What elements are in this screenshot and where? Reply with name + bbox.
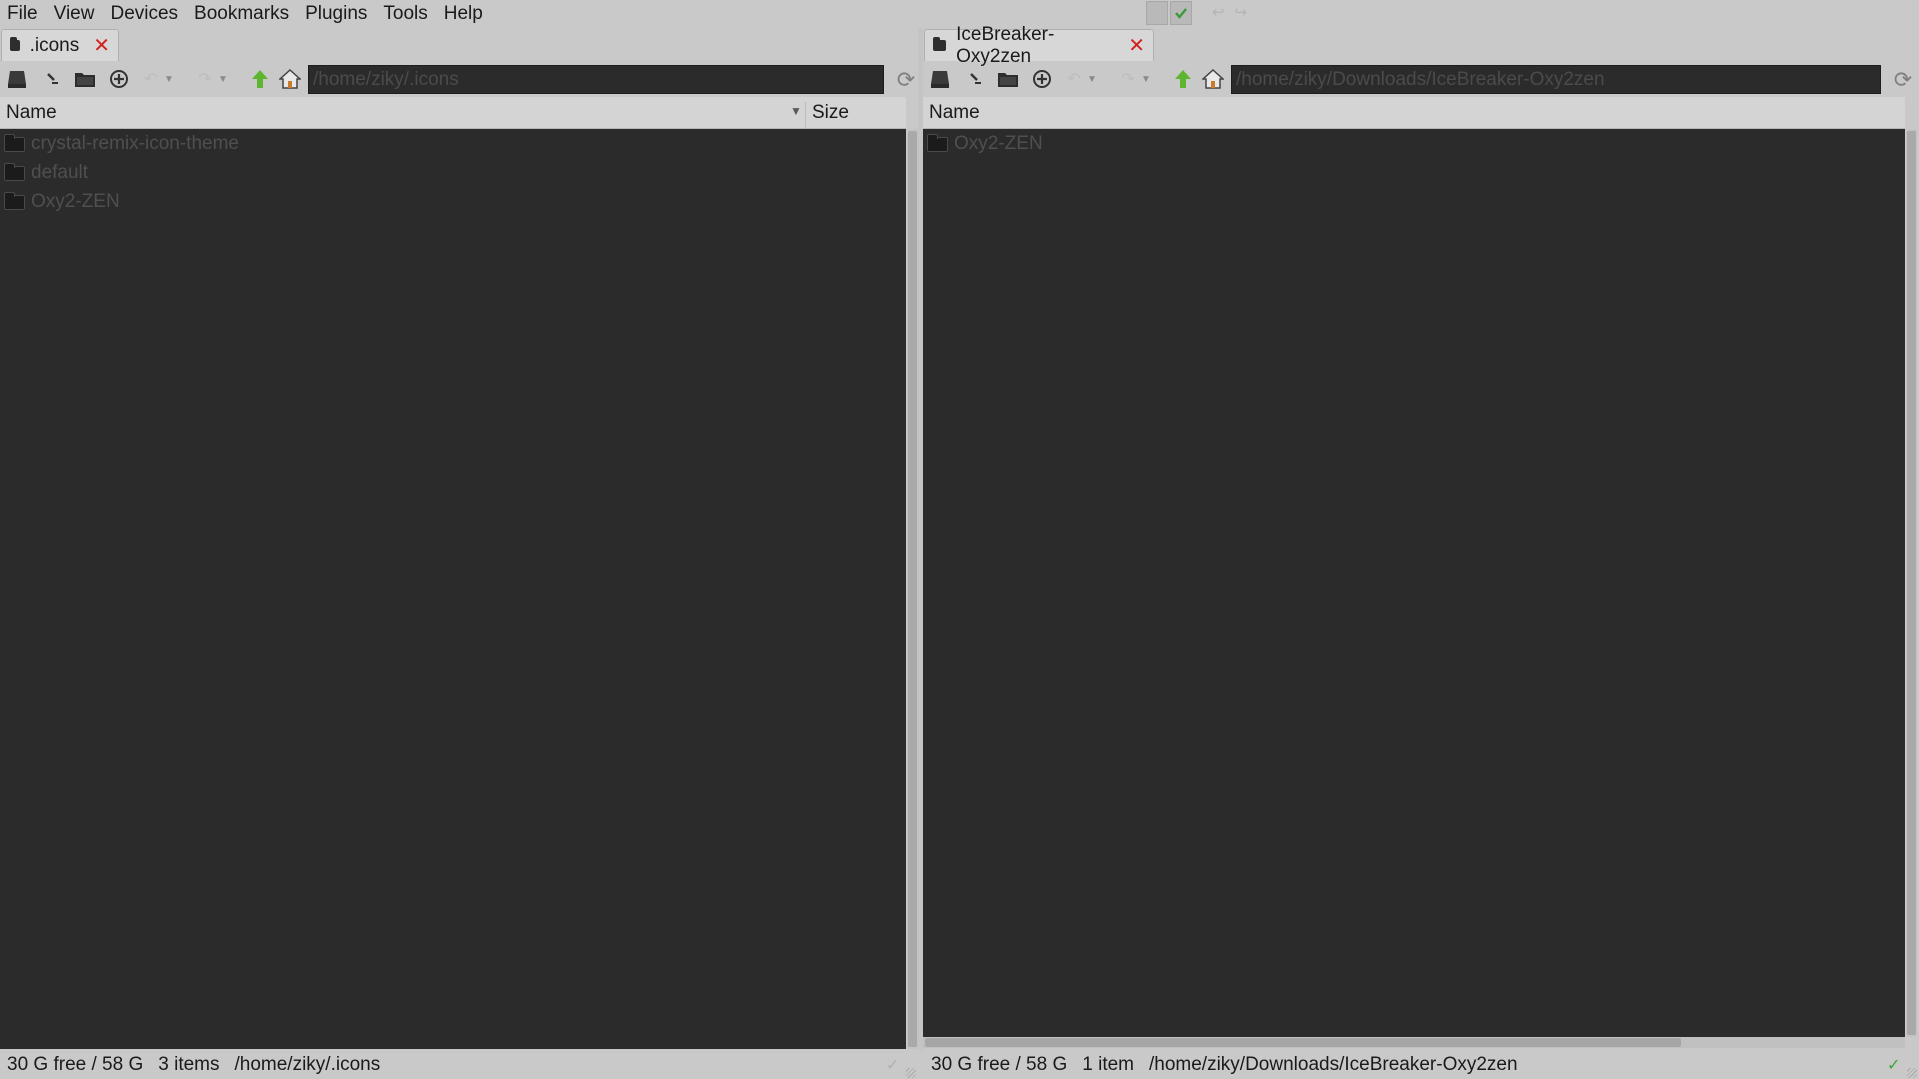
file-list[interactable]: crystal-remix-icon-theme default Oxy2-ZE… <box>0 129 906 1049</box>
item-name: crystal-remix-icon-theme <box>31 133 239 154</box>
menu-bookmarks[interactable]: Bookmarks <box>186 0 297 27</box>
reload-icon[interactable]: ⟳ <box>1891 68 1915 92</box>
tray-area <box>1146 1 1192 25</box>
close-tab-icon[interactable]: ✕ <box>1128 36 1145 56</box>
sort-indicator-icon: ▼ <box>790 104 802 118</box>
folder-icon <box>4 191 25 210</box>
menu-file[interactable]: File <box>0 0 46 27</box>
folder-icon <box>933 37 947 51</box>
column-name-header[interactable]: Name <box>6 102 57 124</box>
horizontal-scrollbar[interactable] <box>923 1037 1905 1048</box>
drive-icon[interactable] <box>927 67 953 91</box>
resize-grip[interactable] <box>1907 1068 1917 1078</box>
item-name: default <box>31 162 89 183</box>
menu-plugins[interactable]: Plugins <box>297 0 375 27</box>
free-space: 30 G free / 58 G <box>7 1053 144 1075</box>
column-size-header[interactable]: Size <box>805 102 849 130</box>
menu-help[interactable]: Help <box>436 0 491 27</box>
reload-icon[interactable]: ⟳ <box>894 68 918 92</box>
item-count: 1 item <box>1082 1053 1134 1075</box>
free-space: 30 G free / 58 G <box>931 1053 1068 1075</box>
file-list[interactable]: Oxy2-ZEN <box>923 129 1905 1037</box>
item-count: 3 items <box>158 1053 220 1075</box>
open-folder-icon[interactable] <box>72 67 98 91</box>
path-field[interactable]: /home/ziky/Downloads/IceBreaker-Oxy2zen <box>1231 65 1881 94</box>
back-history-icon[interactable]: ▼ <box>162 67 176 91</box>
resize-grip[interactable] <box>906 1068 916 1078</box>
forward-icon[interactable]: ↷ <box>192 67 218 91</box>
back-history-icon[interactable]: ▼ <box>1085 67 1099 91</box>
terminal-icon[interactable] <box>40 67 66 91</box>
faded-arrows-icon: ↩↪ <box>1212 4 1258 21</box>
scrollbar-thumb[interactable] <box>925 1038 1681 1047</box>
blank-tray-icon[interactable] <box>1146 1 1168 25</box>
item-name: Oxy2-ZEN <box>954 133 1043 154</box>
menu-tools[interactable]: Tools <box>375 0 435 27</box>
list-item[interactable]: default <box>4 159 88 187</box>
right-tab-bar: IceBreaker-Oxy2zen ✕ <box>923 24 1919 67</box>
up-arrow-icon[interactable] <box>247 67 273 91</box>
home-icon[interactable] <box>277 67 303 91</box>
path-field[interactable]: /home/ziky/.icons <box>308 65 884 94</box>
list-item[interactable]: Oxy2-ZEN <box>4 188 120 216</box>
scrollbar-thumb[interactable] <box>908 131 917 1047</box>
forward-history-icon[interactable]: ▼ <box>216 67 230 91</box>
tab-label: .icons <box>29 34 80 56</box>
status-bar: 30 G free / 58 G 1 item /home/ziky/Downl… <box>931 1050 1891 1079</box>
up-arrow-icon[interactable] <box>1170 67 1196 91</box>
folder-icon <box>4 133 25 152</box>
column-header: Name ▼ Size <box>0 97 906 130</box>
drive-icon[interactable] <box>4 67 30 91</box>
tab-label: IceBreaker-Oxy2zen <box>956 23 1055 67</box>
terminal-icon[interactable] <box>963 67 989 91</box>
item-name: Oxy2-ZEN <box>31 191 120 212</box>
scrollbar-thumb[interactable] <box>1907 131 1916 1035</box>
column-name-header[interactable]: Name <box>929 102 980 124</box>
vertical-scrollbar[interactable] <box>1906 129 1917 1037</box>
folder-icon <box>10 37 20 51</box>
status-path: /home/ziky/Downloads/IceBreaker-Oxy2zen <box>1149 1053 1518 1075</box>
back-icon[interactable]: ↶ <box>1061 67 1087 91</box>
check-icon: ✓ <box>886 1057 900 1074</box>
folder-icon <box>927 133 948 152</box>
left-tab-bar: .icons ✕ <box>0 28 918 62</box>
status-path: /home/ziky/.icons <box>234 1053 381 1075</box>
open-folder-icon[interactable] <box>995 67 1021 91</box>
close-tab-icon[interactable]: ✕ <box>93 36 110 56</box>
left-toolbar: ↶ ▼ ↷ ▼ /home/ziky/.icons ⟳ <box>0 62 918 96</box>
status-bar: 30 G free / 58 G 3 items /home/ziky/.ico… <box>7 1050 907 1079</box>
new-tab-icon[interactable] <box>106 67 132 91</box>
tab-icebreaker[interactable]: IceBreaker-Oxy2zen ✕ <box>924 24 1154 67</box>
folder-icon <box>4 162 25 181</box>
home-icon[interactable] <box>1200 67 1226 91</box>
list-item[interactable]: Oxy2-ZEN <box>927 130 1043 158</box>
forward-icon[interactable]: ↷ <box>1115 67 1141 91</box>
new-tab-icon[interactable] <box>1029 67 1055 91</box>
check-icon: ✓ <box>1887 1057 1901 1074</box>
tab-icons[interactable]: .icons ✕ <box>1 29 119 61</box>
vertical-scrollbar[interactable] <box>907 129 918 1049</box>
left-pane: .icons ✕ ↶ ▼ ↷ ▼ /home/ziky/.icons ⟳ Nam… <box>0 28 918 1078</box>
list-item[interactable]: crystal-remix-icon-theme <box>4 130 239 158</box>
check-tray-icon[interactable] <box>1170 1 1192 25</box>
back-icon[interactable]: ↶ <box>138 67 164 91</box>
menu-devices[interactable]: Devices <box>102 0 186 27</box>
menu-view[interactable]: View <box>46 0 103 27</box>
forward-history-icon[interactable]: ▼ <box>1139 67 1153 91</box>
right-pane: IceBreaker-Oxy2zen ✕ ↶ ▼ ↷ ▼ /home/ziky/… <box>923 24 1919 1078</box>
column-header: Name <box>923 97 1905 129</box>
right-toolbar: ↶ ▼ ↷ ▼ /home/ziky/Downloads/IceBreaker-… <box>923 62 1919 96</box>
